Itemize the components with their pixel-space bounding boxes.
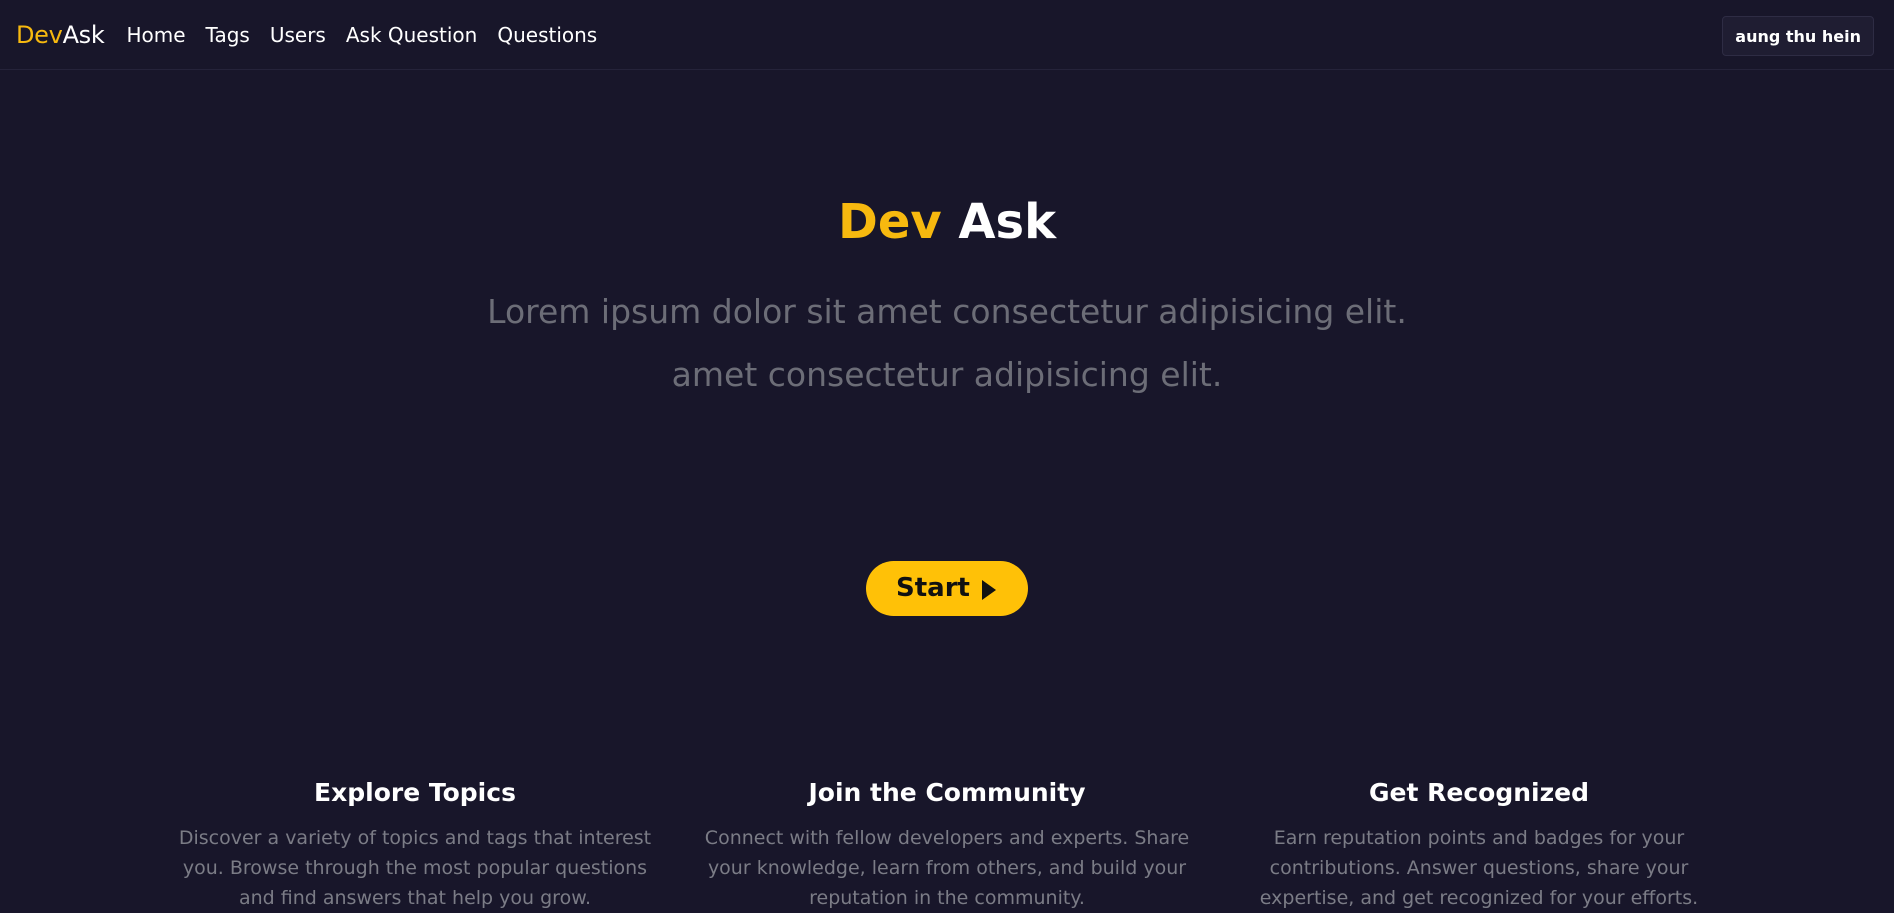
nav-link-tags[interactable]: Tags (206, 23, 250, 47)
features-section: Explore Topics Discover a variety of top… (0, 778, 1894, 913)
hero-title: Dev Ask (0, 70, 1894, 252)
navbar: DevAsk Home Tags Users Ask Question Ques… (0, 0, 1894, 70)
feature-text: Connect with fellow developers and exper… (704, 827, 1190, 909)
feature-title: Get Recognized (1369, 778, 1589, 807)
hero-lead-line-1: Lorem ipsum dolor sit amet consectetur a… (487, 291, 1407, 331)
feature-title: Explore Topics (314, 778, 516, 807)
feature-title: Join the Community (808, 778, 1086, 807)
hero-section: Dev Ask Lorem ipsum dolor sit amet conse… (0, 70, 1894, 616)
nav-link-questions[interactable]: Questions (497, 23, 597, 47)
hero-lead: Lorem ipsum dolor sit amet consectetur a… (0, 280, 1894, 406)
feature-get-recognized: Get Recognized Earn reputation points an… (1219, 778, 1739, 913)
user-menu-button[interactable]: aung thu hein (1722, 16, 1874, 56)
nav-link-home[interactable]: Home (126, 23, 185, 47)
nav-link-users[interactable]: Users (270, 23, 326, 47)
feature-explore-topics: Explore Topics Discover a variety of top… (155, 778, 675, 913)
start-button[interactable]: Start (866, 560, 1028, 616)
feature-text: Discover a variety of topics and tags th… (178, 827, 652, 909)
brand-ask-text: Ask (62, 20, 105, 49)
nav-link-ask-question[interactable]: Ask Question (346, 23, 478, 47)
hero-title-dev: Dev (837, 194, 942, 250)
feature-text: Earn reputation points and badges for yo… (1259, 827, 1699, 909)
start-button-label: Start (896, 573, 970, 604)
feature-join-community: Join the Community Connect with fellow d… (687, 778, 1207, 913)
hero-title-ask: Ask (958, 194, 1057, 250)
brand-logo[interactable]: DevAsk (16, 20, 105, 49)
hero-lead-line-2: amet consectetur adipisicing elit. (671, 354, 1223, 394)
brand-dev-text: Dev (16, 20, 63, 49)
caret-right-icon (981, 580, 996, 601)
nav-links: Home Tags Users Ask Question Questions (126, 23, 597, 47)
